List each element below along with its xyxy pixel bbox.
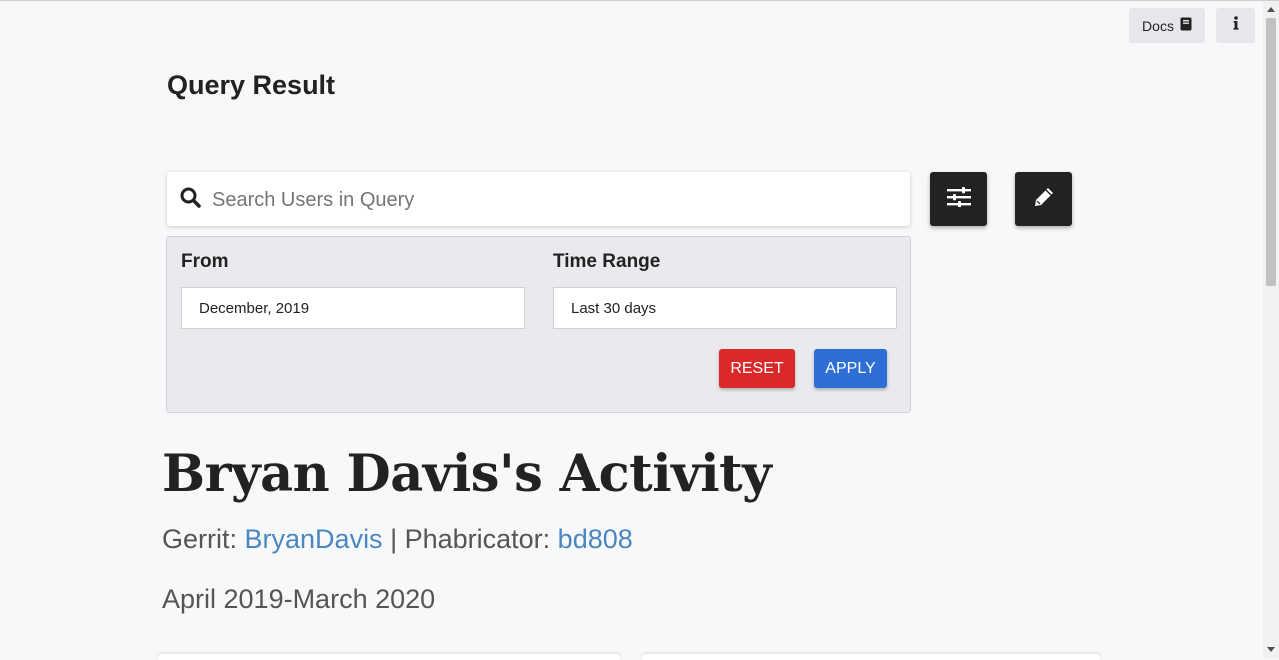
gerrit-user-link[interactable]: BryanDavis: [245, 524, 383, 554]
from-date-field[interactable]: December, 2019: [181, 287, 525, 329]
accounts-line: Gerrit: BryanDavis | Phabricator: bd808: [162, 524, 633, 555]
info-button[interactable]: [1216, 8, 1255, 43]
gerrit-label: Gerrit:: [162, 524, 245, 554]
phabricator-label: Phabricator:: [404, 524, 558, 554]
period-range: April 2019-March 2020: [162, 584, 436, 614]
accounts-separator: |: [382, 524, 405, 554]
chart-card-left: [158, 654, 620, 660]
docs-label: Docs: [1142, 17, 1174, 34]
info-icon: [1233, 16, 1239, 35]
phabricator-user-link[interactable]: bd808: [558, 524, 633, 554]
sliders-icon: [946, 186, 971, 212]
time-range-label: Time Range: [553, 251, 661, 272]
filter-panel: From December, 2019 Time Range Last 30 d…: [166, 236, 911, 413]
reset-button[interactable]: RESET: [719, 349, 795, 388]
activity-title: Bryan Davis's Activity: [162, 444, 772, 504]
time-range-select[interactable]: Last 30 days: [553, 287, 897, 329]
top-border: [0, 0, 1279, 1]
search-box[interactable]: [167, 172, 910, 228]
scroll-down-arrow-icon[interactable]: [1267, 647, 1275, 652]
search-input[interactable]: [210, 172, 904, 228]
filter-toggle-button[interactable]: [930, 172, 987, 226]
scroll-thumb[interactable]: [1266, 18, 1276, 286]
page-scrollbar[interactable]: [1263, 1, 1279, 658]
search-icon: [179, 186, 203, 210]
scroll-up-arrow-icon[interactable]: [1267, 7, 1275, 12]
pencil-icon: [1033, 186, 1055, 213]
apply-button[interactable]: APPLY: [814, 349, 887, 388]
from-label: From: [181, 251, 229, 272]
chart-card-right: [642, 654, 1100, 660]
book-icon: [1180, 17, 1192, 34]
page-title: Query Result: [167, 70, 336, 100]
edit-query-button[interactable]: [1015, 172, 1072, 226]
docs-button[interactable]: Docs: [1129, 8, 1205, 43]
